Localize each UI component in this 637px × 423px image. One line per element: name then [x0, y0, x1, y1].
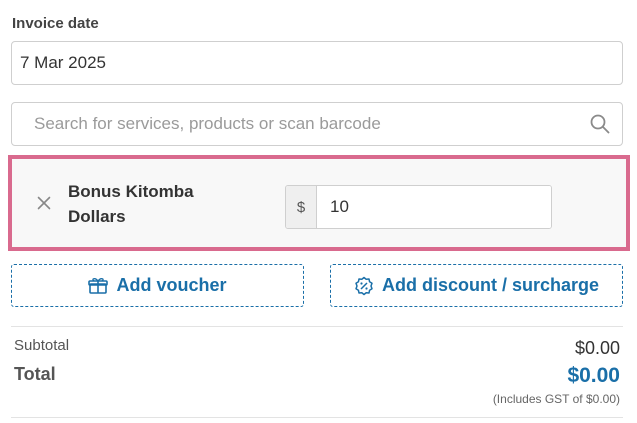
line-item-name: Bonus Kitomba Dollars — [68, 182, 194, 226]
subtotal-label: Subtotal — [14, 337, 70, 354]
line-item-card: Bonus Kitomba Dollars $ — [8, 155, 630, 251]
add-voucher-label: Add voucher — [116, 275, 227, 295]
search-icon[interactable] — [590, 114, 610, 134]
gst-note: (Includes GST of $0.00) — [492, 392, 620, 406]
close-icon[interactable] — [36, 195, 52, 211]
add-voucher-button[interactable]: Add voucher — [11, 264, 304, 307]
price-input-group: $ — [285, 185, 552, 229]
add-discount-button[interactable]: Add discount / surcharge — [330, 264, 623, 307]
divider — [11, 417, 623, 418]
price-input[interactable] — [317, 186, 551, 228]
subtotal-value: $0.00 — [574, 338, 620, 358]
total-label: Total — [14, 364, 56, 384]
total-value: $0.00 — [567, 364, 620, 387]
search-box[interactable] — [11, 102, 623, 146]
discount-badge-icon — [355, 276, 373, 295]
invoice-date-label: Invoice date — [12, 15, 99, 32]
gift-icon — [88, 277, 109, 294]
divider — [11, 326, 623, 327]
invoice-date-field[interactable]: 7 Mar 2025 — [11, 41, 623, 85]
add-discount-label: Add discount / surcharge — [381, 275, 600, 295]
currency-symbol: $ — [286, 186, 317, 228]
search-input[interactable] — [34, 114, 574, 134]
